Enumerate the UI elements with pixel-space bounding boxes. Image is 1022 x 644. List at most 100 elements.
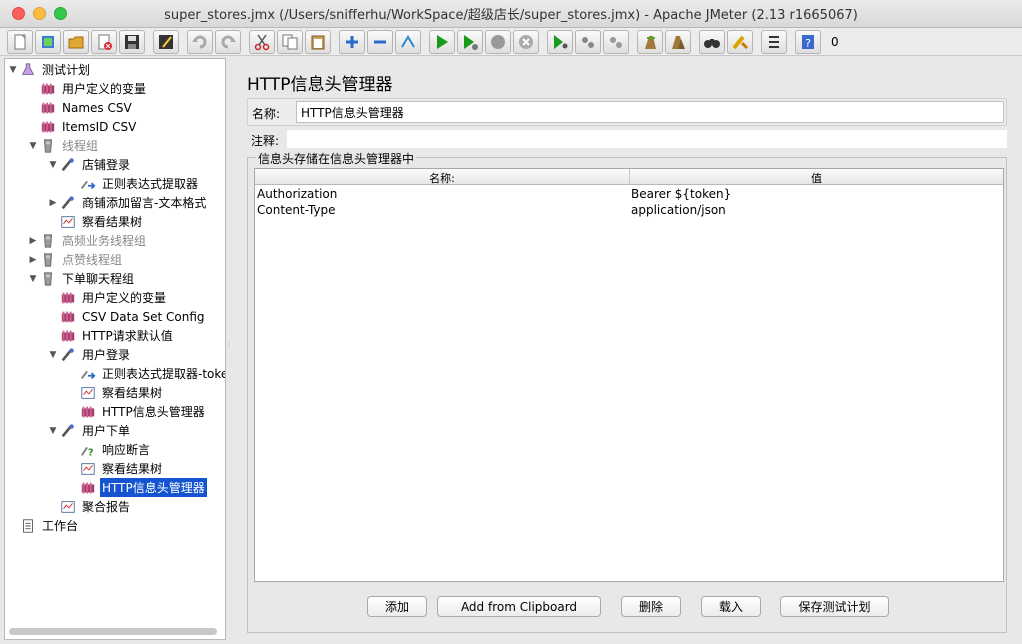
remote-shutdown-button[interactable] xyxy=(603,29,629,54)
start-no-pause-button[interactable] xyxy=(457,29,483,54)
tree-item[interactable]: CSV Data Set Config xyxy=(47,307,207,326)
name-input[interactable] xyxy=(296,101,1004,123)
clear-all-button[interactable] xyxy=(665,29,691,54)
remote-start-button[interactable] xyxy=(547,29,573,54)
table-row[interactable]: Authorization Bearer ${token} xyxy=(255,186,1003,202)
load-button[interactable]: 载入 xyxy=(701,596,761,617)
expand-arrow-icon[interactable]: ▶ xyxy=(27,236,39,246)
clear-button[interactable] xyxy=(637,29,663,54)
open-button[interactable] xyxy=(63,29,89,54)
add-button[interactable]: 添加 xyxy=(367,596,427,617)
tree-item[interactable]: ▼ 用户登录 xyxy=(47,345,132,364)
tree-item[interactable]: 察看结果树 xyxy=(47,212,144,231)
comment-input[interactable] xyxy=(287,130,1007,148)
new-button[interactable] xyxy=(7,29,33,54)
tree-item[interactable]: ▶ 高频业务线程组 xyxy=(27,231,148,250)
tree-item-label[interactable]: HTTP信息头管理器 xyxy=(100,402,207,421)
tree-item[interactable]: ? 响应断言 xyxy=(67,440,152,459)
remote-stop-button[interactable] xyxy=(575,29,601,54)
reset-search-button[interactable] xyxy=(727,29,753,54)
tree-item[interactable]: ▶ 商铺添加留言-文本格式 xyxy=(47,193,208,212)
test-plan-tree[interactable]: ▼ 测试计划 用户定义的变量 Names CSV ItemsID CSV ▼ 线程组 ▼ 店铺登… xyxy=(4,58,226,640)
undo-button[interactable] xyxy=(187,29,213,54)
header-value-cell[interactable]: Bearer ${token} xyxy=(631,187,731,201)
header-name-cell[interactable]: Content-Type xyxy=(257,203,336,217)
header-name-cell[interactable]: Authorization xyxy=(257,187,337,201)
save-test-plan-button[interactable]: 保存测试计划 xyxy=(780,596,889,617)
tree-item-label[interactable]: 线程组 xyxy=(60,136,100,155)
tree-item-label[interactable]: 用户登录 xyxy=(80,345,132,364)
tree-item-label[interactable]: 正则表达式提取器 xyxy=(100,174,200,193)
maximize-window-button[interactable] xyxy=(54,7,67,20)
collapse-arrow-icon[interactable]: ▼ xyxy=(7,65,19,75)
tree-item-label[interactable]: 用户定义的变量 xyxy=(80,288,168,307)
redo-button[interactable] xyxy=(215,29,241,54)
minimize-window-button[interactable] xyxy=(33,7,46,20)
tree-item[interactable]: ▼ 店铺登录 xyxy=(47,155,132,174)
tree-item-label[interactable]: 察看结果树 xyxy=(100,459,164,478)
collapse-arrow-icon[interactable]: ▼ xyxy=(27,141,39,151)
save-as-button[interactable] xyxy=(153,29,179,54)
tree-item[interactable]: ▶ 点赞线程组 xyxy=(27,250,124,269)
close-window-button[interactable] xyxy=(12,7,25,20)
tree-item[interactable]: HTTP信息头管理器 xyxy=(67,402,207,421)
expand-arrow-icon[interactable]: ▶ xyxy=(47,198,59,208)
tree-item[interactable]: 正则表达式提取器-toke xyxy=(67,364,225,383)
toggle-button[interactable] xyxy=(395,29,421,54)
tree-item-label[interactable]: 察看结果树 xyxy=(100,383,164,402)
headers-table[interactable]: 名称: 值 Authorization Bearer ${token} Cont… xyxy=(254,168,1004,582)
split-pane-divider[interactable]: ⦙ xyxy=(228,340,230,350)
tree-item-label[interactable]: CSV Data Set Config xyxy=(80,309,207,325)
table-row[interactable]: Content-Type application/json xyxy=(255,202,1003,218)
tree-item[interactable]: 正则表达式提取器 xyxy=(67,174,200,193)
stop-button[interactable] xyxy=(485,29,511,54)
shutdown-button[interactable] xyxy=(513,29,539,54)
tree-item-label[interactable]: 测试计划 xyxy=(40,60,92,79)
collapse-arrow-icon[interactable]: ▼ xyxy=(27,274,39,284)
help-button[interactable]: ? xyxy=(795,29,821,54)
search-button[interactable] xyxy=(699,29,725,54)
tree-item-label[interactable]: 店铺登录 xyxy=(80,155,132,174)
templates-button[interactable] xyxy=(35,29,61,54)
add-from-clipboard-button[interactable]: Add from Clipboard xyxy=(437,596,601,617)
tree-item-label[interactable]: 响应断言 xyxy=(100,440,152,459)
tree-item[interactable]: ▼ 下单聊天程组 xyxy=(27,269,136,288)
tree-item[interactable]: 用户定义的变量 xyxy=(27,79,148,98)
tree-item[interactable]: 察看结果树 xyxy=(67,383,164,402)
tree-item-label[interactable]: 察看结果树 xyxy=(80,212,144,231)
copy-button[interactable] xyxy=(277,29,303,54)
tree-item-label[interactable]: HTTP请求默认值 xyxy=(80,326,175,345)
tree-item[interactable]: HTTP信息头管理器 xyxy=(67,478,207,497)
function-helper-button[interactable] xyxy=(761,29,787,54)
tree-item[interactable]: Names CSV xyxy=(27,98,134,117)
tree-item-label[interactable]: 高频业务线程组 xyxy=(60,231,148,250)
tree-item[interactable]: 用户定义的变量 xyxy=(47,288,168,307)
tree-item-label[interactable]: 商铺添加留言-文本格式 xyxy=(80,193,208,212)
collapse-arrow-icon[interactable]: ▼ xyxy=(47,160,59,170)
tree-horizontal-scrollbar[interactable] xyxy=(9,628,217,635)
start-button[interactable] xyxy=(429,29,455,54)
tree-item-label[interactable]: 下单聊天程组 xyxy=(60,269,136,288)
tree-item-label[interactable]: 正则表达式提取器-toke xyxy=(100,364,225,383)
tree-item[interactable]: HTTP请求默认值 xyxy=(47,326,175,345)
tree-item[interactable]: ▼ 线程组 xyxy=(27,136,100,155)
tree-item[interactable]: ▼ 用户下单 xyxy=(47,421,132,440)
tree-item-label[interactable]: 点赞线程组 xyxy=(60,250,124,269)
expand-arrow-icon[interactable]: ▶ xyxy=(27,255,39,265)
column-header-name[interactable]: 名称: xyxy=(255,170,629,186)
cut-button[interactable] xyxy=(249,29,275,54)
collapse-arrow-icon[interactable]: ▼ xyxy=(47,426,59,436)
expand-button[interactable] xyxy=(339,29,365,54)
tree-item[interactable]: 察看结果树 xyxy=(67,459,164,478)
tree-item-label[interactable]: Names CSV xyxy=(60,100,134,116)
tree-item-label[interactable]: 用户下单 xyxy=(80,421,132,440)
save-button[interactable] xyxy=(119,29,145,54)
delete-button[interactable]: 删除 xyxy=(621,596,681,617)
collapse-button[interactable] xyxy=(367,29,393,54)
tree-item[interactable]: ItemsID CSV xyxy=(27,117,138,136)
paste-button[interactable] xyxy=(305,29,331,54)
tree-item-label[interactable]: 用户定义的变量 xyxy=(60,79,148,98)
collapse-arrow-icon[interactable]: ▼ xyxy=(47,350,59,360)
tree-item[interactable]: 聚合报告 xyxy=(47,497,132,516)
header-value-cell[interactable]: application/json xyxy=(631,203,726,217)
